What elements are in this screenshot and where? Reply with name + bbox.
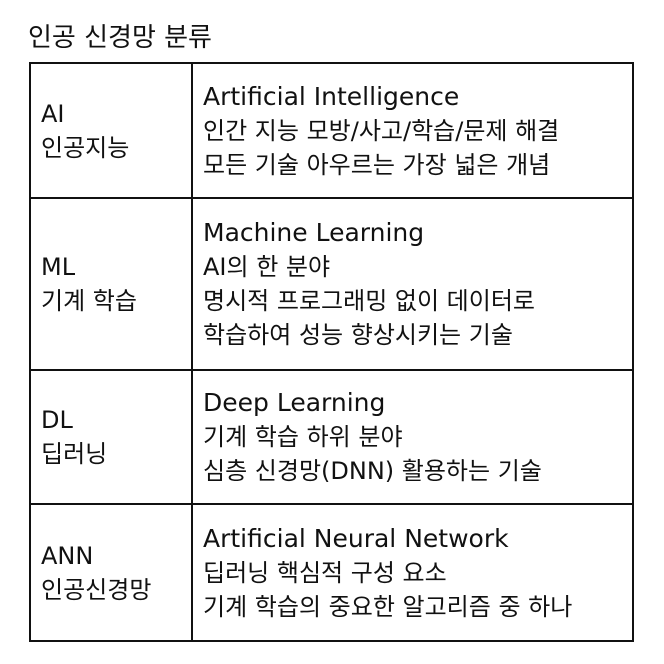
term-cell-ann: ANN 인공신경망 xyxy=(29,503,193,642)
desc-line: 명시적 프로그래밍 없이 데이터로 xyxy=(203,287,536,315)
table-row-ann: ANN 인공신경망 Artificial Neural Network 딥러닝 … xyxy=(29,503,634,642)
table-row-ml: ML 기계 학습 Machine Learning AI의 한 분야 명시적 프… xyxy=(29,197,634,371)
term-abbr: AI xyxy=(41,99,65,128)
desc-english: Machine Learning xyxy=(203,218,425,247)
desc-line: 모든 기술 아우르는 가장 넓은 개념 xyxy=(203,150,551,179)
term-cell-ml: ML 기계 학습 xyxy=(29,197,193,371)
desc-line: 인간 지능 모방/사고/학습/문제 해결 xyxy=(203,116,560,145)
term-abbr: ML xyxy=(41,253,76,281)
table-row-ai: AI 인공지능 Artificial Intelligence 인간 지능 모방… xyxy=(29,62,634,199)
desc-cell-ann: Artificial Neural Network 딥러닝 핵심적 구성 요소 … xyxy=(191,503,634,642)
classification-table: AI 인공지능 Artificial Intelligence 인간 지능 모방… xyxy=(29,62,634,642)
desc-english: Artificial Neural Network xyxy=(203,523,509,553)
term-korean: 인공지능 xyxy=(41,133,130,162)
desc-line: 딥러닝 핵심적 구성 요소 xyxy=(203,558,447,587)
term-cell-dl: DL 딥러닝 xyxy=(29,369,193,505)
desc-line: 기계 학습의 중요한 알고리즘 중 하나 xyxy=(203,592,573,621)
desc-cell-ml: Machine Learning AI의 한 분야 명시적 프로그래밍 없이 데… xyxy=(191,197,634,371)
desc-cell-dl: Deep Learning 기계 학습 하위 분야 심층 신경망(DNN) 활용… xyxy=(191,369,634,505)
desc-english: Artificial Intelligence xyxy=(203,81,460,111)
desc-line: AI의 한 분야 xyxy=(203,253,331,281)
term-cell-ai: AI 인공지능 xyxy=(29,62,193,199)
desc-english: Deep Learning xyxy=(203,388,386,417)
page-title: 인공 신경망 분류 xyxy=(28,23,212,53)
desc-cell-ai: Artificial Intelligence 인간 지능 모방/사고/학습/문… xyxy=(191,62,634,199)
desc-line: 기계 학습 하위 분야 xyxy=(203,423,403,451)
term-abbr: DL xyxy=(41,406,73,434)
term-korean: 딥러닝 xyxy=(41,440,108,468)
table-row-dl: DL 딥러닝 Deep Learning 기계 학습 하위 분야 심층 신경망(… xyxy=(29,369,634,505)
desc-line: 심층 신경망(DNN) 활용하는 기술 xyxy=(203,457,542,485)
term-korean: 인공신경망 xyxy=(41,575,152,604)
desc-line: 학습하여 성능 향상시키는 기술 xyxy=(203,321,513,349)
term-korean: 기계 학습 xyxy=(41,287,137,315)
term-abbr: ANN xyxy=(41,541,94,570)
